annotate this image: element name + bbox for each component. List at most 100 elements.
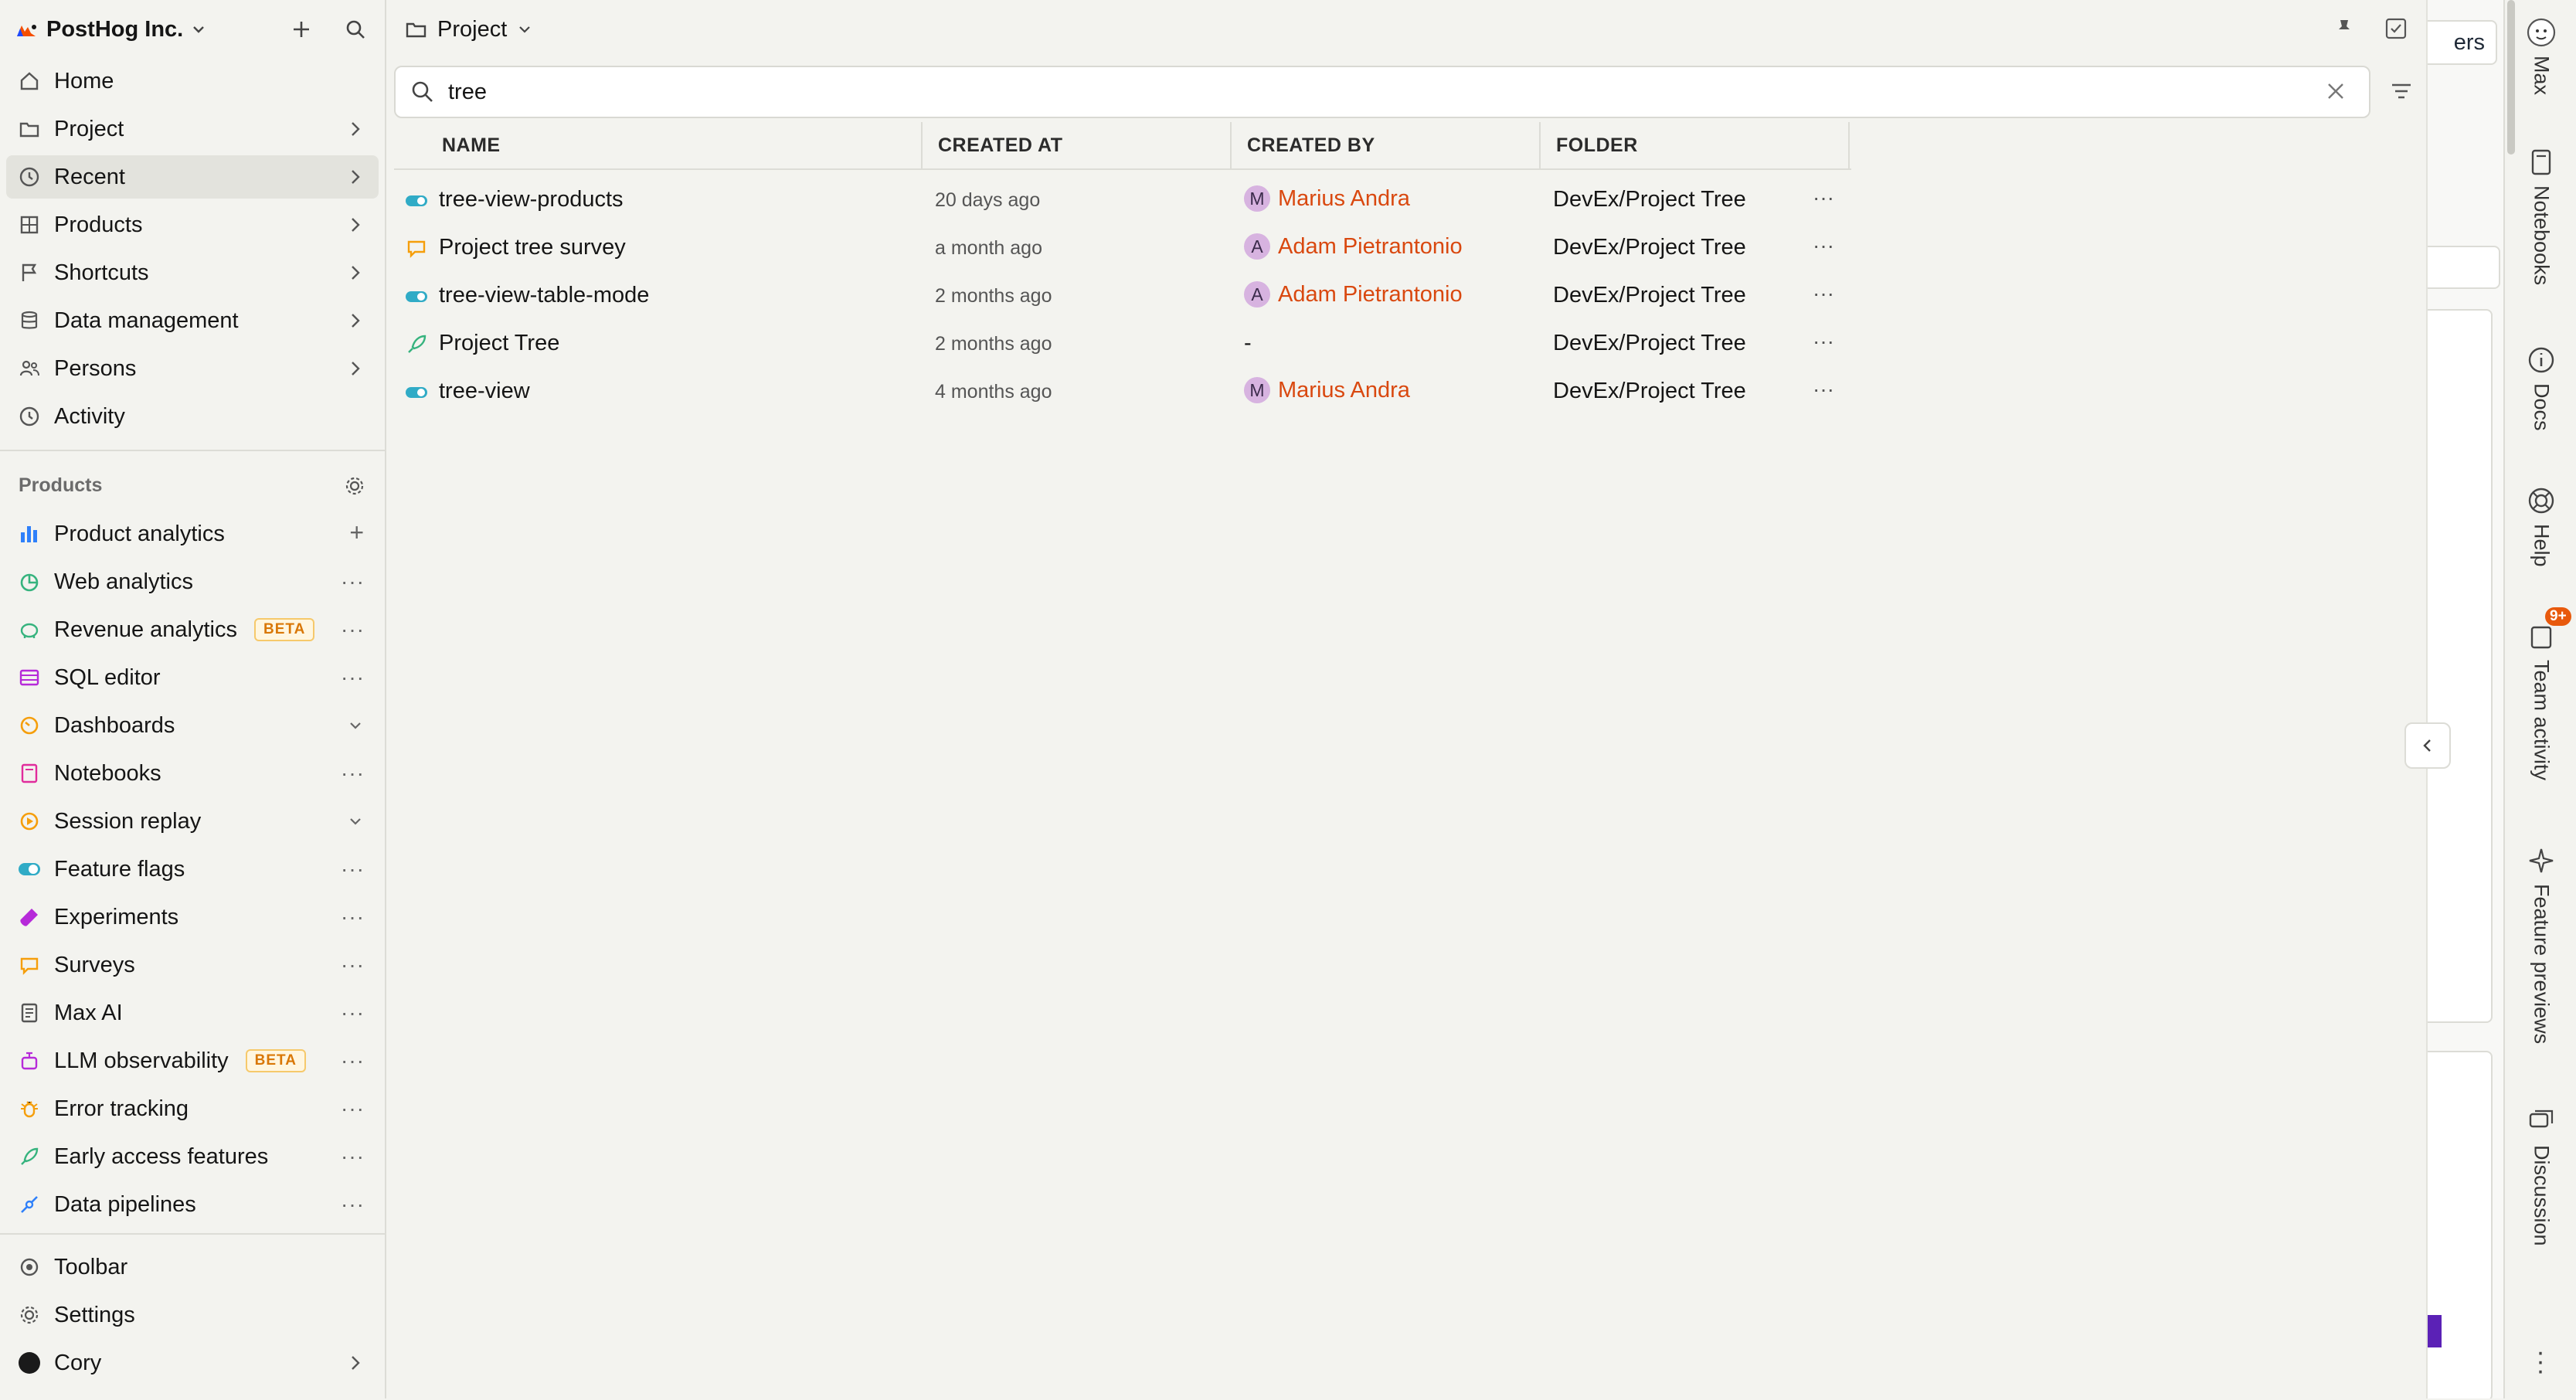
more-icon[interactable]: ··· bbox=[1813, 377, 1834, 402]
product-experiments[interactable]: Experiments ··· bbox=[6, 895, 379, 939]
nav-toolbar[interactable]: Toolbar bbox=[6, 1245, 379, 1289]
breadcrumb[interactable]: Project bbox=[405, 12, 533, 46]
close-icon[interactable] bbox=[2323, 78, 2349, 104]
rightbar-docs[interactable]: Docs bbox=[2505, 345, 2576, 431]
col-name[interactable]: NAME bbox=[442, 134, 501, 157]
collapse-panel-button[interactable] bbox=[2404, 722, 2451, 769]
nav-label: Data management bbox=[54, 308, 239, 333]
add-icon[interactable]: + bbox=[349, 518, 365, 547]
row-folder[interactable]: DevEx/Project Tree bbox=[1553, 379, 1746, 404]
nav-recent[interactable]: Recent bbox=[6, 155, 379, 199]
col-folder[interactable]: FOLDER bbox=[1556, 134, 1638, 157]
rightbar-label: Help bbox=[2530, 524, 2554, 567]
product-dashboards[interactable]: Dashboards bbox=[6, 704, 379, 747]
product-llm-observability[interactable]: LLM observability BETA ··· bbox=[6, 1039, 379, 1082]
nav-data-management[interactable]: Data management bbox=[6, 299, 379, 342]
more-icon[interactable]: ··· bbox=[341, 1096, 365, 1121]
hedgehog-avatar-icon bbox=[2527, 18, 2556, 47]
product-early-access-features[interactable]: Early access features ··· bbox=[6, 1135, 379, 1178]
rightbar-label: Feature previews bbox=[2530, 884, 2554, 1045]
row-created-by[interactable]: M Marius Andra bbox=[1244, 185, 1410, 212]
product-product-analytics[interactable]: Product analytics + bbox=[6, 512, 379, 556]
row-folder[interactable]: DevEx/Project Tree bbox=[1553, 331, 1746, 356]
beta-badge: BETA bbox=[253, 618, 315, 641]
table-row[interactable]: tree-view 4 months ago M Marius Andra De… bbox=[394, 368, 1851, 416]
product-max-ai[interactable]: Max AI ··· bbox=[6, 991, 379, 1035]
more-vertical-icon[interactable]: · · · bbox=[2536, 1339, 2545, 1384]
filter-icon[interactable] bbox=[2387, 77, 2415, 105]
more-icon[interactable]: ··· bbox=[341, 857, 365, 882]
more-icon[interactable]: ··· bbox=[341, 1144, 365, 1169]
nav-project[interactable]: Project bbox=[6, 107, 379, 151]
more-icon[interactable]: ··· bbox=[341, 905, 365, 929]
row-created-at: a month ago bbox=[935, 237, 1042, 259]
product-session-replay[interactable]: Session replay bbox=[6, 800, 379, 843]
nav-products[interactable]: Products bbox=[6, 203, 379, 246]
org-switcher[interactable]: PostHog Inc. bbox=[15, 14, 206, 45]
col-created-by[interactable]: CREATED BY bbox=[1247, 134, 1375, 157]
row-name[interactable]: tree-view-products bbox=[439, 187, 624, 212]
nav-home[interactable]: Home bbox=[6, 59, 379, 103]
row-folder[interactable]: DevEx/Project Tree bbox=[1553, 283, 1746, 308]
rightbar-discussion[interactable]: Discussion bbox=[2505, 1106, 2576, 1246]
add-icon[interactable] bbox=[287, 15, 315, 43]
more-icon[interactable]: ··· bbox=[1813, 281, 1834, 306]
gear-icon[interactable] bbox=[345, 476, 365, 496]
more-icon[interactable]: ··· bbox=[1813, 185, 1834, 210]
table-row[interactable]: tree-view-products 20 days ago M Marius … bbox=[394, 176, 1851, 224]
product-data-pipelines[interactable]: Data pipelines ··· bbox=[6, 1183, 379, 1226]
rightbar-notebooks[interactable]: Notebooks bbox=[2505, 147, 2576, 285]
more-icon[interactable]: ··· bbox=[1813, 329, 1834, 354]
product-feature-flags[interactable]: Feature flags ··· bbox=[6, 848, 379, 891]
more-icon[interactable]: ··· bbox=[341, 1192, 365, 1217]
row-name[interactable]: Project Tree bbox=[439, 331, 559, 356]
chevron-down-icon[interactable] bbox=[346, 716, 365, 735]
more-icon[interactable]: ··· bbox=[1813, 233, 1834, 258]
rightbar-feature-previews[interactable]: Feature previews bbox=[2505, 845, 2576, 1044]
more-icon[interactable]: ··· bbox=[341, 1001, 365, 1025]
nav-account[interactable]: Cory bbox=[6, 1341, 379, 1385]
table-row[interactable]: Project Tree 2 months ago - DevEx/Projec… bbox=[394, 320, 1851, 368]
folder-icon bbox=[17, 117, 42, 141]
search-bar[interactable] bbox=[394, 66, 2370, 118]
row-created-by[interactable]: A Adam Pietrantonio bbox=[1244, 281, 1463, 308]
nav-activity[interactable]: Activity bbox=[6, 395, 379, 438]
row-name[interactable]: Project tree survey bbox=[439, 235, 626, 260]
product-revenue-analytics[interactable]: Revenue analytics BETA ··· bbox=[6, 608, 379, 651]
row-folder[interactable]: DevEx/Project Tree bbox=[1553, 235, 1746, 260]
more-icon[interactable]: ··· bbox=[341, 953, 365, 977]
product-sql-editor[interactable]: SQL editor ··· bbox=[6, 656, 379, 699]
table-row[interactable]: Project tree survey a month ago A Adam P… bbox=[394, 224, 1851, 272]
piggy-icon bbox=[17, 617, 42, 642]
more-icon[interactable]: ··· bbox=[341, 665, 365, 690]
rightbar-help[interactable]: Help bbox=[2505, 485, 2576, 567]
more-icon[interactable]: ··· bbox=[341, 569, 365, 594]
checklist-icon[interactable] bbox=[2384, 17, 2408, 40]
col-created-at[interactable]: CREATED AT bbox=[938, 134, 1062, 157]
row-created-by[interactable]: M Marius Andra bbox=[1244, 377, 1410, 403]
row-name[interactable]: tree-view-table-mode bbox=[439, 283, 649, 308]
nav-shortcuts[interactable]: Shortcuts bbox=[6, 251, 379, 294]
chevron-down-icon[interactable] bbox=[346, 812, 365, 831]
product-label: Feature flags bbox=[54, 856, 185, 882]
rightbar-team-activity[interactable]: Team activity bbox=[2505, 621, 2576, 780]
table-row[interactable]: tree-view-table-mode 2 months ago A Adam… bbox=[394, 272, 1851, 320]
nav-persons[interactable]: Persons bbox=[6, 347, 379, 390]
row-folder[interactable]: DevEx/Project Tree bbox=[1553, 187, 1746, 212]
search-input[interactable] bbox=[447, 78, 2289, 106]
row-name[interactable]: tree-view bbox=[439, 379, 530, 404]
rightbar-max[interactable]: Max bbox=[2505, 17, 2576, 95]
more-icon[interactable]: ··· bbox=[341, 761, 365, 786]
product-surveys[interactable]: Surveys ··· bbox=[6, 943, 379, 987]
more-icon[interactable]: ··· bbox=[341, 1048, 365, 1073]
nav-settings[interactable]: Settings bbox=[6, 1293, 379, 1337]
partial-dropdown[interactable] bbox=[2428, 246, 2500, 289]
more-icon[interactable]: ··· bbox=[341, 617, 365, 642]
search-icon[interactable] bbox=[342, 15, 369, 43]
row-created-by[interactable]: A Adam Pietrantonio bbox=[1244, 233, 1463, 260]
pin-icon[interactable] bbox=[2333, 17, 2355, 39]
product-web-analytics[interactable]: Web analytics ··· bbox=[6, 560, 379, 603]
partial-button[interactable]: ers bbox=[2428, 20, 2497, 65]
product-error-tracking[interactable]: Error tracking ··· bbox=[6, 1087, 379, 1130]
product-notebooks[interactable]: Notebooks ··· bbox=[6, 752, 379, 795]
